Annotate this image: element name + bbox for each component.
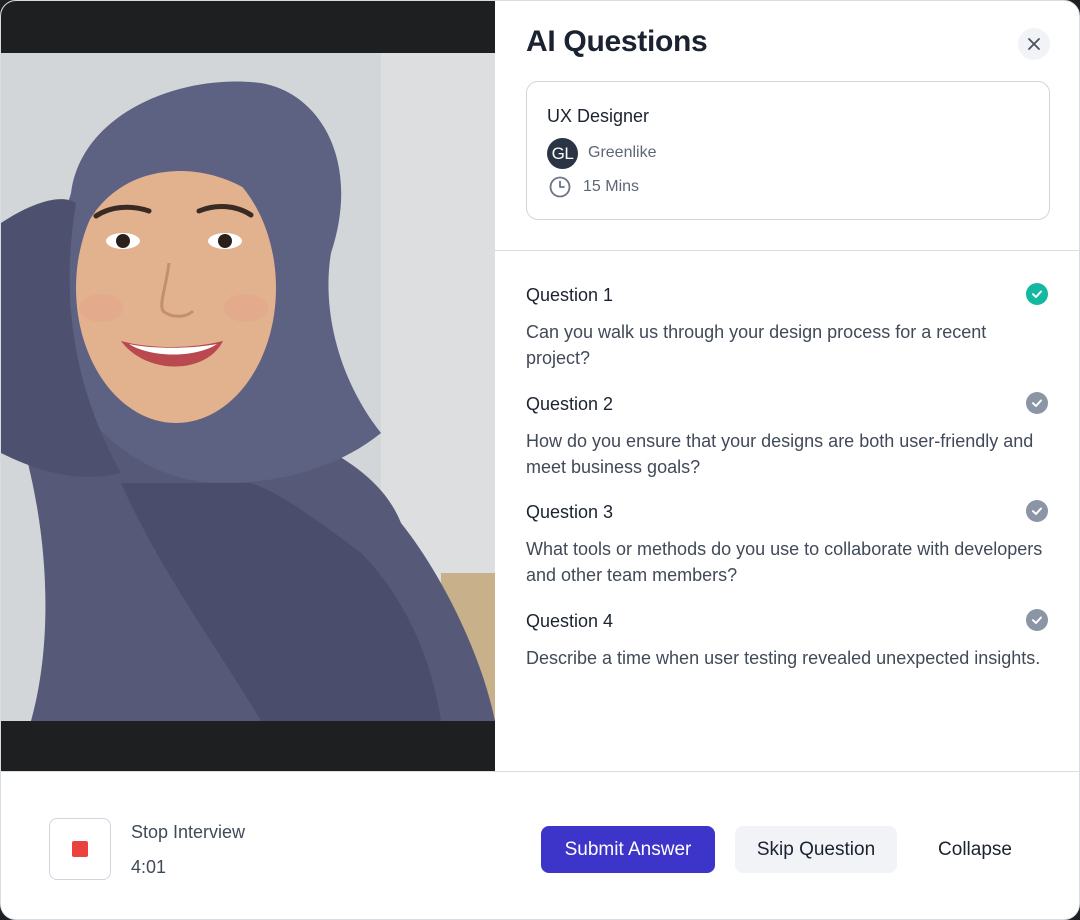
check-icon [1026, 500, 1048, 522]
submit-answer-button[interactable]: Submit Answer [541, 826, 715, 873]
interview-timer: 4:01 [131, 857, 167, 877]
question-list: Question 1 Can you walk us through your … [526, 283, 1048, 717]
check-icon [1026, 391, 1048, 414]
check-icon [1026, 283, 1048, 305]
question-label: Question 1 [526, 285, 614, 305]
question-item[interactable]: Question 1 Can you walk us through your … [526, 283, 1048, 392]
stop-interview-button[interactable] [49, 818, 111, 880]
skip-question-button[interactable]: Skip Question [735, 826, 897, 873]
question-text: Can you walk us through your design proc… [526, 322, 987, 368]
question-item[interactable]: Question 3 What tools or methods do you … [526, 500, 1048, 609]
interviewee-image [1, 53, 495, 721]
question-text: How do you ensure that your designs are … [526, 430, 1034, 477]
panel-title: AI Questions [526, 25, 708, 58]
question-label: Question 4 [526, 610, 614, 631]
video-feed [1, 1, 495, 771]
interview-duration: 15 Mins [583, 178, 640, 195]
question-text: Describe a time when user testing reveal… [526, 647, 1041, 668]
job-title: UX Designer [547, 106, 650, 126]
interviewee-video [1, 53, 495, 721]
close-button[interactable] [1018, 28, 1050, 60]
close-icon [1028, 38, 1040, 50]
company-name: Greenlike [588, 144, 657, 161]
footer-bar: Stop Interview 4:01 Submit Answer Skip Q… [1, 771, 1079, 919]
question-item[interactable]: Question 2 How do you ensure that your d… [526, 391, 1048, 501]
question-label: Question 2 [526, 393, 614, 414]
question-item[interactable]: Question 4 Describe a time when user tes… [526, 608, 1048, 718]
company-logo: GL [547, 138, 578, 169]
job-card: UX Designer GL Greenlike 15 Mins [526, 81, 1050, 220]
clock-icon [549, 176, 571, 198]
stop-icon [72, 841, 88, 857]
section-divider [495, 250, 1079, 251]
question-label: Question 3 [526, 502, 614, 522]
check-icon [1026, 608, 1048, 631]
interview-window: AI Questions UX Designer GL Greenlike 15… [0, 0, 1080, 920]
collapse-button[interactable]: Collapse [915, 826, 1035, 873]
question-text: What tools or methods do you use to coll… [526, 539, 1043, 585]
stop-interview-label: Stop Interview [131, 822, 246, 842]
